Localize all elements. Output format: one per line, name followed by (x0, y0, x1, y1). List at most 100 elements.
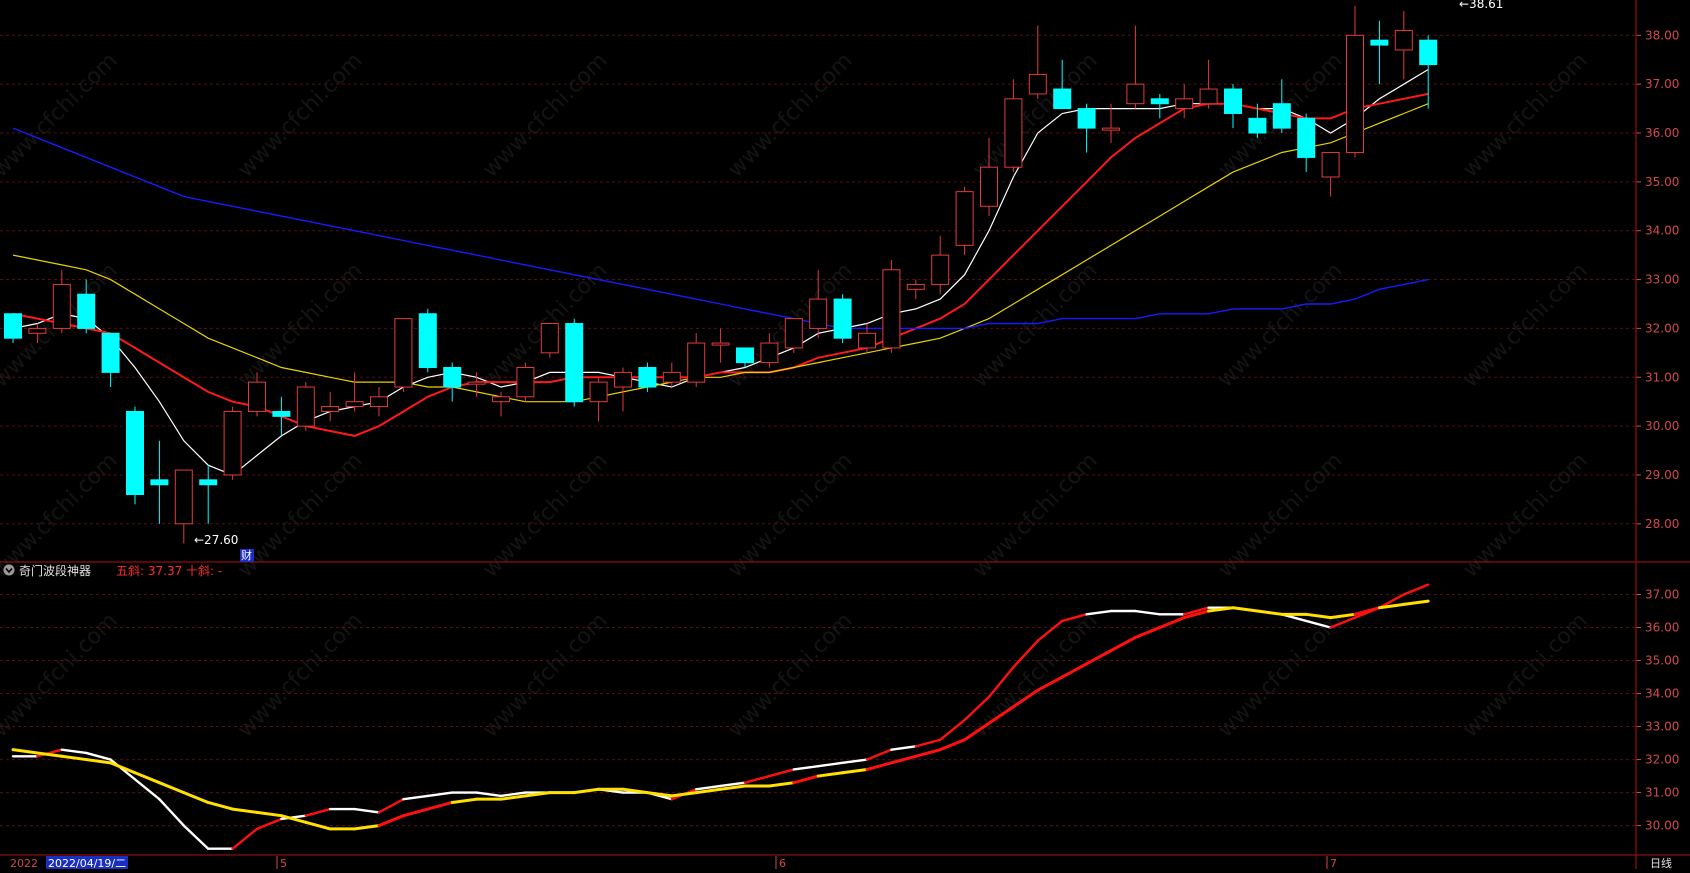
candle-up[interactable] (321, 391, 340, 422)
candle-down[interactable] (1370, 20, 1389, 85)
indicator-fast-line-segment (158, 797, 186, 827)
candle-down[interactable] (1224, 84, 1242, 129)
candle-up[interactable] (1346, 6, 1364, 158)
candle-body (418, 313, 437, 368)
candle-up[interactable] (1394, 10, 1413, 80)
candle-body (345, 401, 364, 408)
candle-up[interactable] (370, 387, 388, 417)
candle-up[interactable] (906, 279, 925, 300)
watermark-text: www.cfchi.com (723, 608, 857, 742)
indicator-fast-line-segment (353, 807, 381, 814)
candle-down[interactable] (1150, 93, 1169, 119)
indicator-slow-line-segment (1109, 635, 1137, 653)
axis-tick-label: 31.00 (1645, 786, 1679, 800)
collapse-icon[interactable] (3, 564, 15, 576)
candle-down[interactable] (1077, 103, 1096, 153)
indicator-fast-line-segment (182, 824, 210, 850)
candle-body (370, 396, 388, 408)
indicator-fast-line-segment (231, 827, 259, 850)
candle-body (1419, 39, 1438, 66)
candle-down[interactable] (833, 294, 852, 344)
candle-body (443, 366, 462, 388)
candle-body (1102, 127, 1120, 131)
candle-down[interactable] (1272, 79, 1291, 134)
candle-body (1321, 152, 1340, 178)
candle-up[interactable] (1126, 25, 1145, 109)
candle-body (1370, 39, 1389, 46)
candle-up[interactable] (1004, 79, 1023, 173)
axis-tick-label: 33.00 (1645, 720, 1679, 734)
indicator-slow-line-segment (1133, 626, 1162, 639)
candle-body (77, 293, 96, 329)
indicator-slow-line-segment (84, 758, 113, 765)
candle-down[interactable] (126, 406, 144, 505)
indicator-fast-line-segment (60, 748, 88, 755)
candle-up[interactable] (589, 377, 608, 422)
time-label-month-7: 7 (1330, 857, 1337, 869)
candle-up[interactable] (955, 186, 974, 256)
indicator-name[interactable]: 奇门波段神器 (19, 563, 91, 578)
indicator-fast-line-segment (768, 768, 795, 778)
candle-body (1394, 29, 1413, 51)
candle-up[interactable] (614, 367, 632, 412)
candle-up[interactable] (345, 372, 364, 412)
candle-body (1077, 108, 1096, 129)
time-label-month-5: 5 (280, 857, 287, 869)
candle-body (492, 396, 510, 403)
candle-down[interactable] (418, 308, 437, 373)
candle-up[interactable] (882, 260, 901, 353)
candle-body (540, 323, 559, 354)
axis-tick-label: 37.00 (1645, 588, 1679, 602)
candle-down[interactable] (4, 313, 22, 344)
candle-up[interactable] (174, 469, 193, 544)
candle-up[interactable] (1102, 103, 1120, 143)
candle-up[interactable] (931, 235, 950, 295)
axis-tick-label: 31.00 (1645, 370, 1679, 384)
candle-down[interactable] (443, 362, 462, 402)
candle-up[interactable] (711, 328, 730, 363)
period-button[interactable]: 日线 (1650, 856, 1672, 870)
indicator-slow-line-segment (670, 791, 698, 798)
candle-down[interactable] (272, 396, 291, 436)
candle-up[interactable] (394, 318, 413, 392)
candlestick-series[interactable] (4, 6, 1438, 544)
indicator-slow-line-segment (353, 824, 381, 831)
candle-body (589, 381, 608, 403)
candle-body (28, 327, 47, 334)
candle-up[interactable] (516, 362, 535, 402)
candle-up[interactable] (1028, 25, 1047, 99)
candle-down[interactable] (150, 440, 169, 524)
low-price-label: ←27.60 (194, 533, 238, 547)
candle-body (809, 298, 828, 329)
indicator-slow-line-segment (255, 810, 283, 818)
candle-down[interactable] (638, 362, 657, 392)
axis-tick-label: 38.00 (1645, 28, 1679, 42)
candle-body (662, 371, 681, 383)
axis-tick-label: 32.00 (1645, 753, 1679, 767)
candle-down[interactable] (101, 332, 120, 388)
event-marker-icon[interactable]: 财 (241, 548, 252, 562)
candle-body (1004, 98, 1023, 168)
watermark-text: www.cfchi.com (1458, 608, 1592, 742)
candle-up[interactable] (784, 318, 803, 353)
chart-canvas[interactable]: www.cfchi.com www.cfchi.com www.cfchi.com w… (0, 0, 1690, 870)
indicator-slow-line-segment (206, 800, 235, 811)
candle-body (467, 381, 486, 385)
candle-up[interactable] (296, 382, 315, 431)
watermark-text: www.cfchi.com (1458, 258, 1592, 392)
candle-up[interactable] (1321, 152, 1340, 197)
candle-up[interactable] (223, 406, 242, 480)
candle-down[interactable] (1419, 35, 1438, 109)
candle-body (1297, 117, 1316, 158)
candle-down[interactable] (1297, 113, 1316, 173)
candle-down[interactable] (199, 465, 218, 524)
candle-down[interactable] (565, 318, 584, 407)
indicator-slow-line-segment (60, 754, 88, 762)
candle-up[interactable] (687, 333, 706, 388)
axis-tick-label: 32.00 (1645, 321, 1679, 335)
axis-tick-label: 33.00 (1645, 273, 1679, 287)
axis-tick-label: 37.00 (1645, 77, 1679, 91)
candle-up[interactable] (540, 323, 559, 358)
indicator-slow-line-segment (377, 814, 405, 828)
axis-tick-label: 36.00 (1645, 126, 1679, 140)
